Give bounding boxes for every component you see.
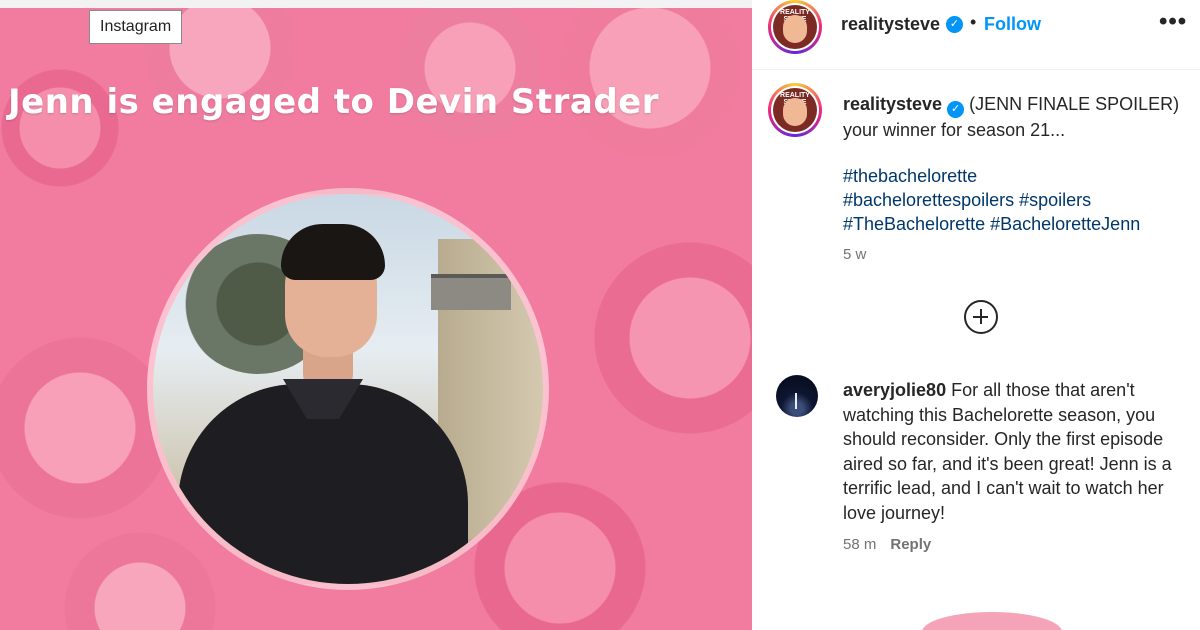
comment-time: 58 m — [843, 536, 877, 553]
hashtag-link[interactable]: #bachelorettespoilers — [843, 190, 1014, 210]
next-comment-preview — [922, 612, 1062, 630]
caption-timestamp[interactable]: 5 w — [843, 246, 866, 263]
hashtag-link[interactable]: #thebachelorette — [843, 166, 977, 186]
post-header: REALITY STEVE realitysteve ✓ • Follow ••… — [752, 0, 1200, 70]
media-overlay-text: Jenn is engaged to Devin Strader — [8, 82, 660, 122]
comment-avatar[interactable] — [776, 375, 818, 417]
instagram-post-view: Jenn is engaged to Devin Strader Instagr… — [0, 0, 1200, 630]
header-username[interactable]: realitysteve — [841, 14, 940, 35]
caption-text-block: realitysteve ✓ (JENN FINALE SPOILER) you… — [843, 92, 1183, 142]
hashtag-link[interactable]: #BacheloretteJenn — [990, 214, 1140, 234]
post-side-panel: REALITY STEVE realitysteve ✓ • Follow ••… — [752, 0, 1200, 630]
caption-username[interactable]: realitysteve — [843, 94, 942, 114]
header-separator: • — [970, 12, 977, 32]
comment-meta: 58 m Reply — [843, 536, 931, 553]
verified-badge-icon: ✓ — [947, 101, 965, 118]
hashtag-link[interactable]: #TheBachelorette — [843, 214, 985, 234]
person-hair — [281, 224, 385, 280]
avatar-face — [783, 98, 807, 126]
browser-tooltip: Instagram — [89, 10, 183, 44]
comment-body: For all those that aren't watching this … — [843, 380, 1172, 523]
caption-avatar[interactable]: REALITY STEVE — [768, 83, 822, 137]
plus-circle-icon[interactable] — [964, 300, 998, 334]
background-balcony — [431, 274, 511, 310]
comment-text-block: averyjolie80 For all those that aren't w… — [843, 378, 1188, 525]
avatar-face — [783, 15, 807, 43]
hashtag-list: #thebachelorette #bachelorettespoilers #… — [843, 164, 1183, 236]
comment-username[interactable]: averyjolie80 — [843, 380, 946, 400]
more-options-icon[interactable]: ••• — [1159, 8, 1187, 36]
follow-button[interactable]: Follow — [984, 14, 1041, 35]
portrait-photo — [147, 188, 549, 590]
verified-badge-icon: ✓ — [946, 16, 963, 33]
hashtag-link[interactable]: #spoilers — [1019, 190, 1091, 210]
post-media[interactable]: Jenn is engaged to Devin Strader — [0, 8, 752, 630]
reply-button[interactable]: Reply — [890, 536, 931, 553]
header-avatar[interactable]: REALITY STEVE — [768, 0, 822, 54]
